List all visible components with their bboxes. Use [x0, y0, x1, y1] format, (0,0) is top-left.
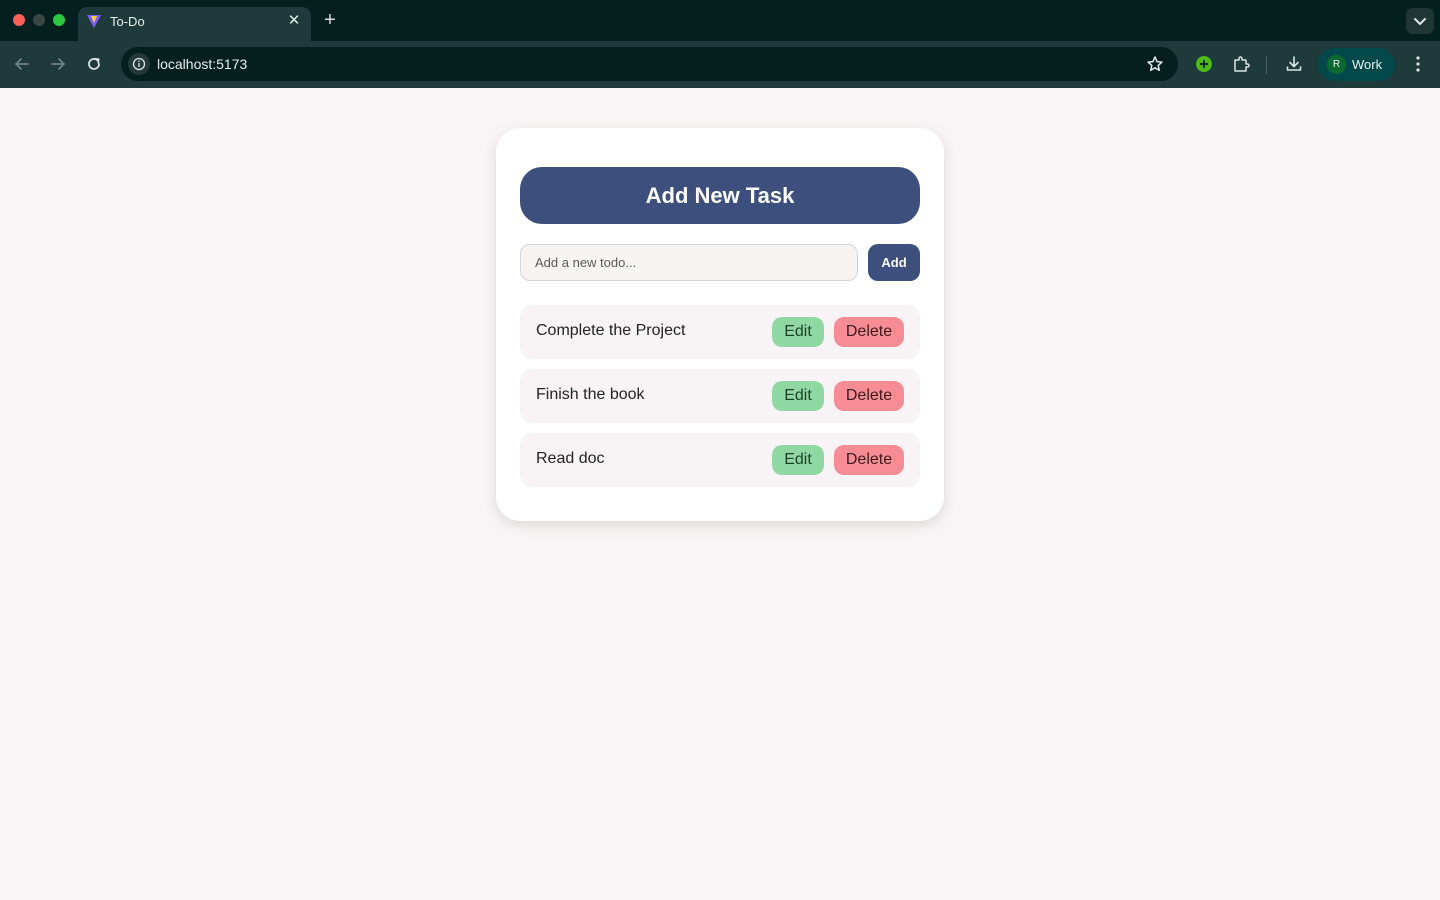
puzzle-icon[interactable]: [1231, 54, 1251, 74]
tab-search-chevron-icon: [1414, 18, 1426, 26]
edit-button[interactable]: Edit: [772, 317, 824, 347]
browser-toolbar: localhost:5173 R Work: [0, 41, 1440, 88]
extension-add-icon[interactable]: [1194, 54, 1214, 74]
maximize-window-button[interactable]: [53, 14, 65, 26]
tab-title: To-Do: [110, 14, 145, 29]
add-button[interactable]: Add: [868, 244, 920, 281]
todo-text: Complete the Project: [536, 322, 686, 339]
bookmark-star-icon[interactable]: [1146, 55, 1164, 73]
todo-item: Finish the book Edit Delete: [520, 369, 920, 423]
todo-input[interactable]: [520, 244, 858, 281]
todo-item: Read doc Edit Delete: [520, 433, 920, 487]
toolbar-separator: [1266, 56, 1267, 74]
browser-tab[interactable]: To-Do ✕: [78, 7, 311, 41]
url-text[interactable]: localhost:5173: [157, 56, 247, 72]
download-icon[interactable]: [1284, 54, 1304, 74]
vite-favicon-icon: [87, 15, 101, 28]
tab-close-icon[interactable]: ✕: [287, 13, 301, 28]
back-arrow-icon: [15, 58, 29, 70]
profile-label: Work: [1352, 57, 1383, 72]
delete-button[interactable]: Delete: [834, 381, 904, 411]
reload-button[interactable]: [83, 53, 105, 75]
close-window-button[interactable]: [13, 14, 25, 26]
site-info-icon: [132, 57, 146, 71]
edit-button[interactable]: Edit: [772, 381, 824, 411]
new-tab-button[interactable]: +: [320, 10, 340, 30]
delete-button[interactable]: Delete: [834, 445, 904, 475]
site-info-button[interactable]: [128, 53, 150, 75]
profile-button[interactable]: R Work: [1318, 48, 1395, 81]
page-title: Add New Task: [520, 167, 920, 224]
address-bar[interactable]: localhost:5173: [121, 47, 1178, 81]
forward-button[interactable]: [47, 53, 69, 75]
todo-text: Finish the book: [536, 386, 645, 403]
edit-button[interactable]: Edit: [772, 445, 824, 475]
back-button[interactable]: [11, 53, 33, 75]
tab-bar: To-Do ✕ +: [0, 0, 1440, 41]
minimize-window-button[interactable]: [33, 14, 45, 26]
forward-arrow-icon: [51, 58, 65, 70]
avatar: R: [1327, 55, 1346, 74]
todo-list: Complete the Project Edit Delete Finish …: [520, 305, 920, 497]
more-menu-icon[interactable]: [1410, 54, 1426, 74]
todo-item: Complete the Project Edit Delete: [520, 305, 920, 359]
delete-button[interactable]: Delete: [834, 317, 904, 347]
tab-search-button[interactable]: [1406, 8, 1434, 34]
todo-text: Read doc: [536, 450, 605, 467]
todo-card: Add New Task Add Complete the Project Ed…: [496, 128, 944, 521]
reload-icon: [88, 58, 100, 70]
